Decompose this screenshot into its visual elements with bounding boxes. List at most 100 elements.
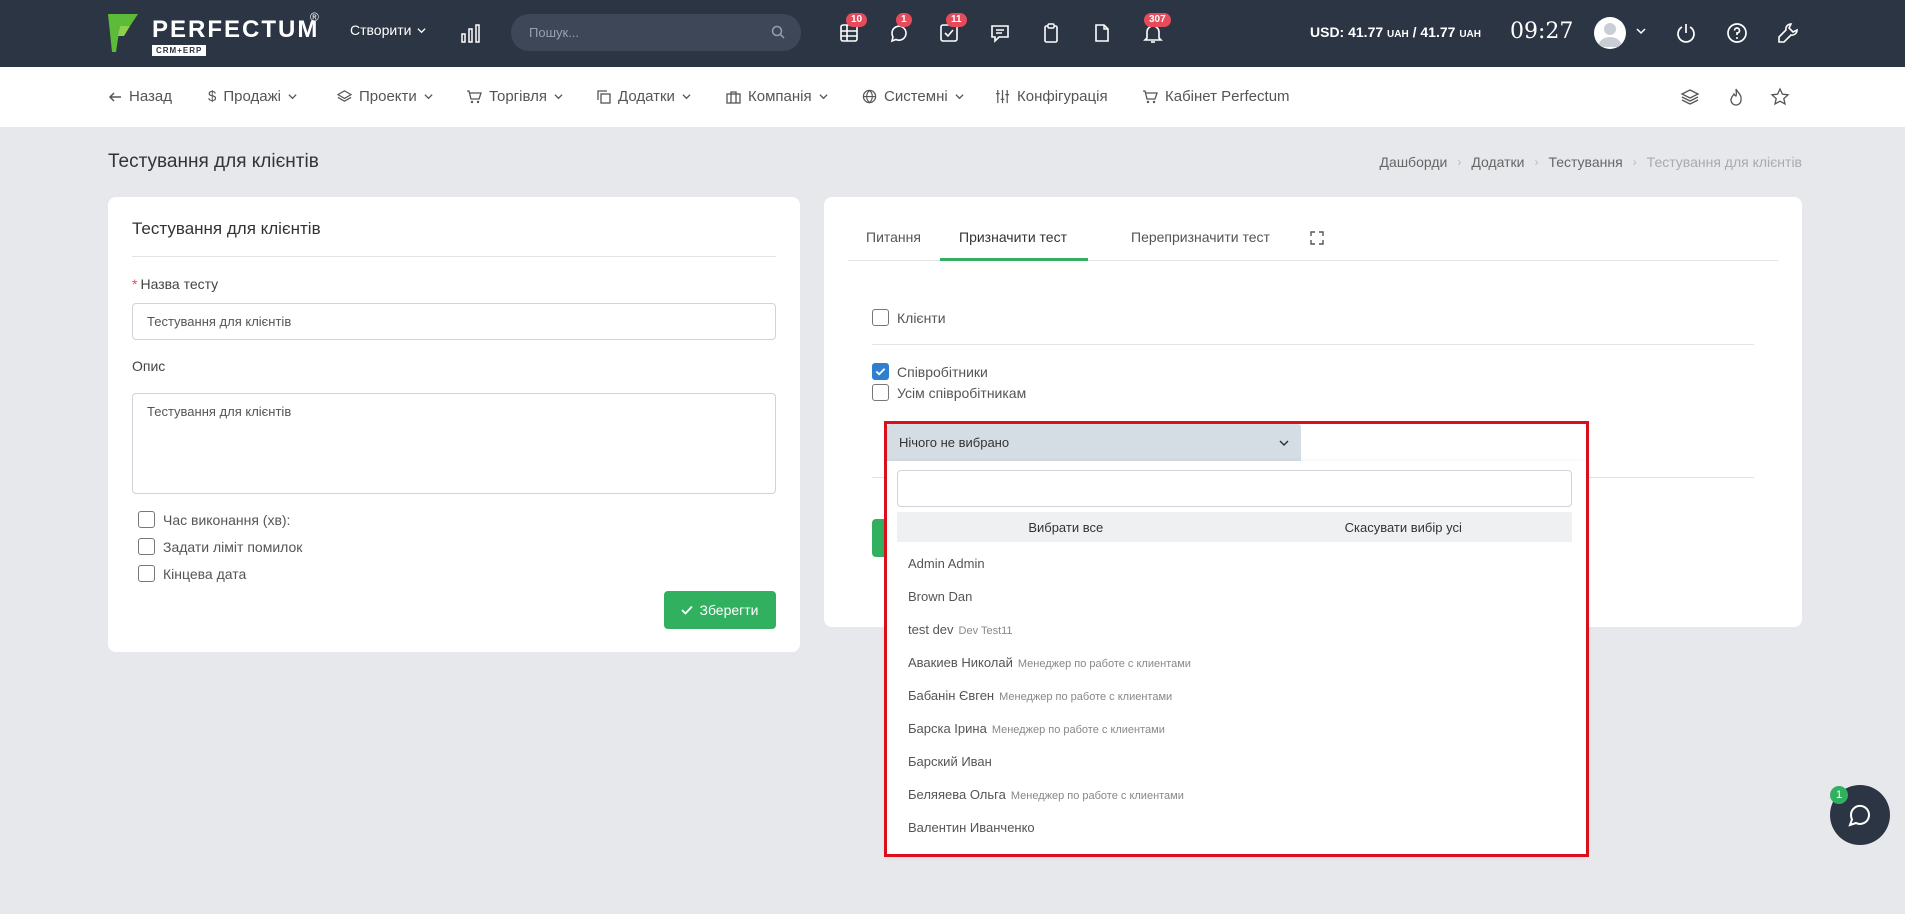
power-icon[interactable] [1674, 21, 1698, 45]
logo[interactable]: PERFECTUM ® CRM+ERP [108, 10, 328, 58]
checkbox[interactable] [138, 538, 155, 555]
nav-company[interactable]: Компанія [726, 88, 828, 105]
nav-projects-label: Проекти [359, 88, 417, 105]
globe-icon [862, 89, 877, 104]
save-button-partial[interactable] [872, 519, 884, 557]
time-limit-checkbox[interactable]: Час виконання (хв): [138, 511, 290, 528]
nav-company-label: Компанія [748, 88, 812, 105]
logo-subtitle: CRM+ERP [152, 45, 207, 56]
nav-addons-label: Додатки [618, 88, 675, 105]
test-form-card: Тестування для клієнтів * Назва тесту Тес… [108, 197, 800, 652]
layers-icon [337, 90, 352, 102]
required-marker: * [132, 276, 138, 292]
help-icon[interactable] [1725, 21, 1749, 45]
clipboard-icon[interactable] [1038, 20, 1064, 46]
end-date-checkbox[interactable]: Кінцева дата [138, 565, 246, 582]
logo-mark-icon [108, 14, 138, 52]
nav-back-label: Назад [129, 88, 172, 105]
breadcrumb-current: Тестування для клієнтів [1646, 154, 1802, 170]
nav-system[interactable]: Системні [862, 88, 964, 105]
checkbox[interactable] [872, 363, 889, 380]
chevron-down-icon [819, 94, 828, 100]
search-input[interactable] [529, 25, 759, 40]
notification-badge: 307 [1144, 13, 1171, 27]
chat-badge: 1 [1830, 786, 1848, 804]
notification-badge: 11 [946, 13, 967, 27]
search-icon[interactable] [771, 25, 785, 39]
chat-icon [1848, 804, 1870, 827]
nav-config[interactable]: Конфігурація [995, 88, 1108, 105]
tab-reassign-test[interactable]: Перепризначити тест [1131, 229, 1270, 245]
currency-rate: USD: 41.77 UAH / 41.77 UAH [1310, 24, 1481, 40]
test-name-input[interactable]: Тестування для клієнтів [132, 303, 776, 340]
breadcrumb-item[interactable]: Тестування [1548, 154, 1622, 170]
name-label: * Назва тесту [132, 276, 218, 292]
task-check-icon[interactable]: 11 [936, 13, 967, 46]
nav-projects[interactable]: Проекти [337, 88, 433, 105]
nav-sales-label: Продажі [223, 88, 281, 105]
checkbox[interactable] [872, 309, 889, 326]
description-textarea[interactable]: Тестування для клієнтів [132, 393, 776, 494]
nav-trade-label: Торгівля [489, 88, 547, 105]
message-icon[interactable] [987, 20, 1013, 46]
nav-sales[interactable]: $ Продажі [208, 88, 297, 105]
save-label: Зберегти [699, 602, 759, 618]
nav-cabinet[interactable]: Кабінет Perfectum [1142, 88, 1290, 105]
error-limit-checkbox[interactable]: Задати ліміт помилок [138, 538, 302, 555]
fire-icon[interactable] [1726, 87, 1746, 107]
layers-icon[interactable] [1680, 87, 1700, 107]
check-icon [681, 605, 694, 615]
nav-addons[interactable]: Додатки [597, 88, 691, 105]
bar-chart-icon[interactable] [460, 22, 482, 44]
file-icon[interactable] [1089, 20, 1115, 46]
all-employees-checkbox[interactable]: Усім співробітникам [872, 384, 1026, 401]
breadcrumb-item[interactable]: Дашборди [1380, 154, 1448, 170]
tab-assign-test[interactable]: Призначити тест [959, 229, 1067, 245]
wrench-icon[interactable] [1776, 21, 1800, 45]
fullscreen-icon[interactable] [1310, 231, 1324, 245]
divider [132, 256, 776, 257]
employees-checkbox[interactable]: Співробітники [872, 363, 988, 380]
checkbox[interactable] [872, 384, 889, 401]
breadcrumb: Дашборди › Додатки › Тестування › Тестув… [1380, 154, 1802, 170]
chevron-down-icon [682, 94, 691, 100]
breadcrumb-separator-icon: › [1632, 155, 1637, 169]
cart-icon [467, 90, 482, 104]
chevron-down-icon [288, 94, 297, 100]
main-nav: Назад $ Продажі Проекти Торгівля Додатки… [0, 67, 1905, 127]
star-icon[interactable] [1770, 87, 1790, 107]
save-button[interactable]: Зберегти [664, 591, 776, 629]
tab-questions[interactable]: Питання [866, 229, 921, 245]
currency-value: USD: 41.77 [1310, 24, 1384, 40]
clock: 09:27 [1510, 19, 1574, 44]
chat-bubble-icon[interactable]: 1 [886, 13, 912, 46]
breadcrumb-item[interactable]: Додатки [1471, 154, 1524, 170]
create-button[interactable]: Створити [350, 22, 427, 38]
sliders-icon [995, 89, 1010, 104]
checkbox[interactable] [138, 511, 155, 528]
page-title: Тестування для клієнтів [108, 151, 319, 172]
currency-value-2: / 41.77 [1408, 24, 1456, 40]
notification-badge: 1 [896, 13, 912, 27]
bell-icon[interactable]: 307 [1140, 13, 1171, 46]
checkbox-label: Співробітники [897, 363, 988, 380]
table-icon[interactable]: 10 [836, 13, 868, 46]
tab-bar: Питання Призначити тест Перепризначити т… [848, 219, 1778, 261]
clients-checkbox[interactable]: Клієнти [872, 309, 946, 326]
chevron-down-icon [955, 94, 964, 100]
check-icon [875, 368, 886, 376]
chevron-down-icon[interactable] [1636, 26, 1646, 36]
checkbox-label: Усім співробітникам [897, 384, 1027, 401]
arrow-left-icon [108, 91, 121, 102]
nav-config-label: Конфігурація [1017, 88, 1108, 105]
top-bar: PERFECTUM ® CRM+ERP Створити 10 1 11 307 [0, 0, 1905, 67]
checkbox[interactable] [138, 565, 155, 582]
search-box [511, 14, 801, 51]
checkbox-label: Клієнти [897, 309, 946, 326]
nav-system-label: Системні [884, 88, 948, 105]
create-label: Створити [350, 22, 412, 38]
nav-back[interactable]: Назад [108, 88, 172, 105]
checkbox-label: Час виконання (хв): [163, 511, 291, 528]
avatar[interactable] [1594, 17, 1626, 49]
nav-trade[interactable]: Торгівля [466, 88, 563, 105]
